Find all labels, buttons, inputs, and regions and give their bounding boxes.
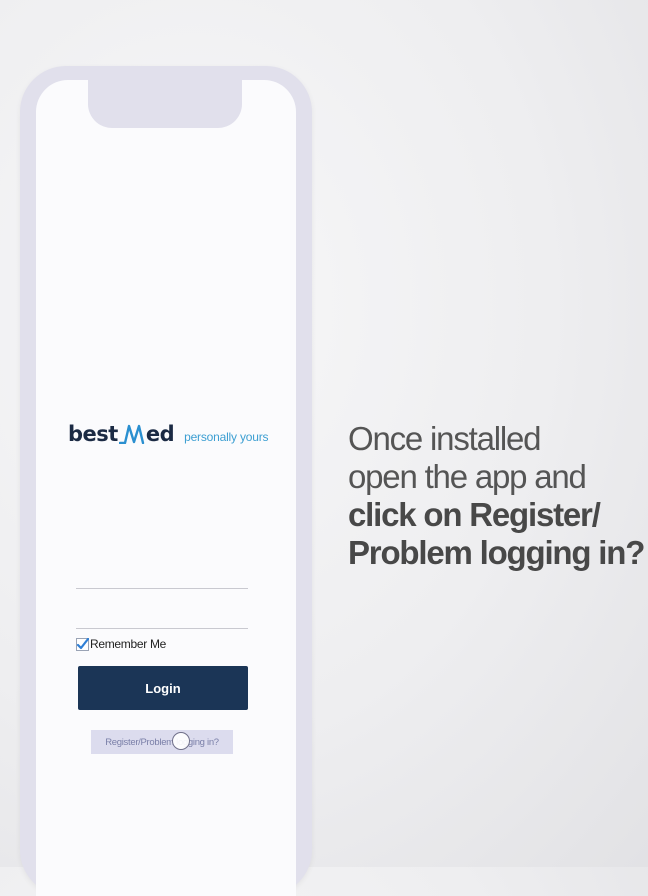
remember-me-label: Remember Me (90, 637, 167, 651)
instruction-line-1: Once installed (348, 420, 542, 457)
username-field[interactable] (76, 566, 248, 589)
logo-text-best: best (68, 422, 118, 446)
phone-notch (88, 80, 242, 128)
instruction-line-2: open the app and (348, 458, 587, 495)
instruction-text: Once installed open the app and click on… (348, 420, 645, 572)
instruction-line-4: Problem logging in? (348, 534, 645, 571)
heartbeat-m-icon (118, 424, 145, 444)
logo-text-ed: ed (145, 422, 175, 446)
logo-tagline: personally yours (184, 430, 269, 444)
phone-screen: best ed personally yours Remember Me Log… (36, 80, 296, 896)
checkmark-icon[interactable] (76, 637, 90, 651)
password-field[interactable] (76, 606, 248, 629)
register-problem-link[interactable]: Register/Problem logging in? (91, 730, 233, 754)
phone-mockup: best ed personally yours Remember Me Log… (20, 66, 312, 896)
bestmed-logo: best ed personally yours (68, 422, 268, 446)
login-button[interactable]: Login (78, 666, 248, 710)
tap-indicator-icon (172, 732, 190, 750)
instruction-line-3: click on Register/ (348, 496, 601, 533)
remember-me-checkbox[interactable]: Remember Me (76, 637, 166, 651)
